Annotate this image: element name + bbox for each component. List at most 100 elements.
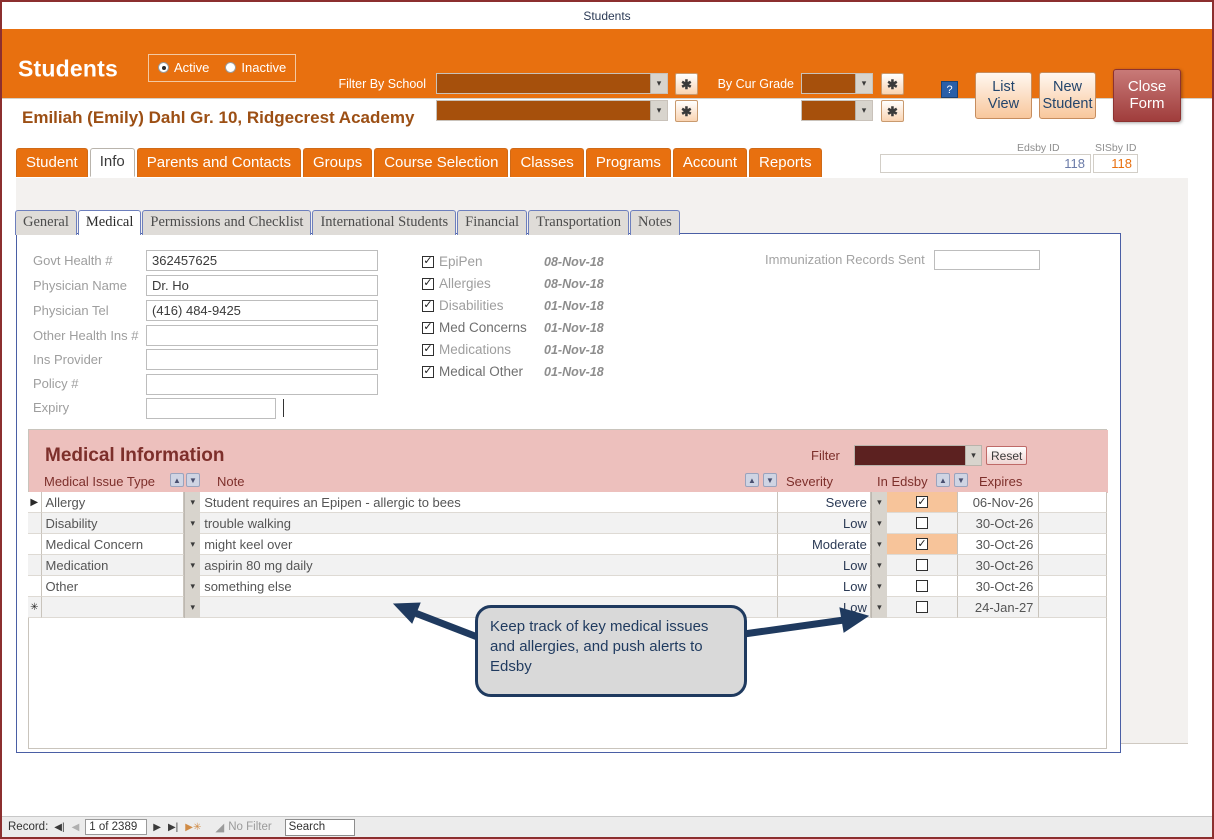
cell-in-edsby[interactable] <box>886 597 959 618</box>
tab-programs[interactable]: Programs <box>585 148 671 177</box>
cell-medical-issue-type[interactable]: Medical Concern <box>41 534 185 555</box>
checkbox-checked-icon[interactable]: ✓ <box>916 538 928 550</box>
cell-severity[interactable]: Low <box>778 597 871 618</box>
tab-course-selection[interactable]: Course Selection <box>374 148 509 177</box>
checkbox-unchecked-icon[interactable] <box>916 559 928 571</box>
checkbox-unchecked-icon[interactable] <box>916 601 928 613</box>
table-row[interactable]: Medical Concern ▾ might keel over Modera… <box>28 534 1107 555</box>
cell-in-edsby[interactable]: ✓ <box>886 534 959 555</box>
sort-descending-icon-edsby[interactable]: ▼ <box>954 473 968 487</box>
by-guid-clear-button[interactable]: ✱ <box>881 100 904 122</box>
govt-health-input[interactable]: 362457625 <box>146 250 378 271</box>
cell-expires[interactable]: 30-Oct-26 <box>958 534 1040 555</box>
cell-severity[interactable]: Low <box>778 513 871 534</box>
subtab-permissions-and-checklist[interactable]: Permissions and Checklist <box>142 210 312 235</box>
table-row[interactable]: ▶ Allergy ▾ Student requires an Epipen -… <box>28 492 1107 513</box>
first-record-icon[interactable]: ◀| <box>53 822 65 833</box>
chevron-down-icon[interactable]: ▾ <box>184 513 201 534</box>
tab-account[interactable]: Account <box>672 148 748 177</box>
cell-note[interactable]: aspirin 80 mg daily <box>200 555 779 576</box>
flag-allergies[interactable]: ✓ Allergies <box>422 276 491 291</box>
cell-severity[interactable]: Moderate <box>778 534 871 555</box>
chevron-down-icon[interactable]: ▾ <box>184 534 201 555</box>
flag-medications[interactable]: ✓ Medications <box>422 342 511 357</box>
chevron-down-icon[interactable]: ▾ <box>870 597 887 618</box>
physician-tel-input[interactable]: (416) 484-9425 <box>146 300 378 321</box>
filter-by-school-combo[interactable]: ▾ <box>436 73 668 94</box>
checkbox-unchecked-icon[interactable] <box>916 580 928 592</box>
sort-descending-icon-type[interactable]: ▼ <box>186 473 200 487</box>
by-cur-grade-combo[interactable]: ▾ <box>801 73 873 94</box>
cell-medical-issue-type[interactable]: Medication <box>41 555 185 576</box>
chevron-down-icon[interactable]: ▾ <box>870 555 887 576</box>
cell-expires[interactable]: 30-Oct-26 <box>958 513 1040 534</box>
cell-medical-issue-type[interactable]: Disability <box>41 513 185 534</box>
physician-name-input[interactable]: Dr. Ho <box>146 275 378 296</box>
grid-filter-reset-button[interactable]: Reset <box>986 446 1028 465</box>
cell-expires[interactable]: 24-Jan-27 <box>958 597 1040 618</box>
by-cur-grade-clear-button[interactable]: ✱ <box>881 73 904 95</box>
chevron-down-icon[interactable]: ▾ <box>184 492 201 513</box>
flag-epipen[interactable]: ✓ EpiPen <box>422 254 483 269</box>
chevron-down-icon[interactable]: ▾ <box>184 555 201 576</box>
record-selector[interactable]: ▶ <box>28 492 42 513</box>
last-record-icon[interactable]: ▶| <box>167 822 179 833</box>
flag-med-concerns[interactable]: ✓ Med Concerns <box>422 320 527 335</box>
subtab-international-students[interactable]: International Students <box>312 210 457 235</box>
list-view-button[interactable]: List View <box>975 72 1032 119</box>
filter-by-school-clear-button[interactable]: ✱ <box>675 73 698 95</box>
tab-info[interactable]: Info <box>89 148 135 177</box>
tab-groups[interactable]: Groups <box>303 148 373 177</box>
expiry-input[interactable] <box>146 398 276 419</box>
cell-in-edsby[interactable]: ✓ <box>886 492 959 513</box>
chevron-down-icon[interactable]: ▾ <box>870 576 887 597</box>
table-row[interactable]: Other ▾ something else Low ▾ 30-Oct-26 <box>28 576 1107 597</box>
new-record-selector[interactable]: ✳ <box>28 597 42 618</box>
cell-medical-issue-type[interactable]: Allergy <box>41 492 185 513</box>
record-number-input[interactable]: 1 of 2389 <box>85 819 148 835</box>
chevron-down-icon[interactable]: ▾ <box>870 492 887 513</box>
grid-filter-combo[interactable]: ▾ <box>854 445 982 466</box>
search-input[interactable]: Search <box>284 818 355 836</box>
subtab-transportation[interactable]: Transportation <box>528 210 629 235</box>
cell-medical-issue-type[interactable]: Other <box>41 576 185 597</box>
cell-in-edsby[interactable] <box>886 555 959 576</box>
flag-medical-other[interactable]: ✓ Medical Other <box>422 364 523 379</box>
immunization-records-sent-input[interactable] <box>934 250 1040 270</box>
help-button[interactable]: ? <box>941 81 958 98</box>
next-record-icon[interactable]: ▶ <box>152 822 162 833</box>
filter-by-name-clear-button[interactable]: ✱ <box>675 100 698 122</box>
chevron-down-icon[interactable]: ▾ <box>870 534 887 555</box>
table-row[interactable]: Medication ▾ aspirin 80 mg daily Low ▾ 3… <box>28 555 1107 576</box>
previous-record-icon[interactable]: ◀ <box>71 822 81 833</box>
radio-option-inactive[interactable]: Inactive <box>225 60 286 75</box>
tab-parents-and-contacts[interactable]: Parents and Contacts <box>136 148 302 177</box>
tab-classes[interactable]: Classes <box>510 148 584 177</box>
chevron-down-icon[interactable]: ▾ <box>184 576 201 597</box>
cell-note[interactable]: Student requires an Epipen - allergic to… <box>200 492 779 513</box>
sort-descending-icon-severity[interactable]: ▼ <box>763 473 777 487</box>
flag-disabilities[interactable]: ✓ Disabilities <box>422 298 504 313</box>
cell-expires[interactable]: 06-Nov-26 <box>958 492 1040 513</box>
cell-severity[interactable]: Low <box>778 576 871 597</box>
subtab-financial[interactable]: Financial <box>457 210 528 235</box>
by-guid-label[interactable]: By GUID <box>702 104 794 118</box>
record-selector[interactable] <box>28 513 42 534</box>
cell-note[interactable]: might keel over <box>200 534 779 555</box>
close-form-button[interactable]: Close Form <box>1113 69 1181 122</box>
sort-ascending-icon-edsby[interactable]: ▲ <box>936 473 950 487</box>
chevron-down-icon[interactable]: ▾ <box>870 513 887 534</box>
new-record-icon[interactable]: ▶✳ <box>184 822 202 833</box>
cell-medical-issue-type[interactable] <box>41 597 185 618</box>
table-row[interactable]: Disability ▾ trouble walking Low ▾ 30-Oc… <box>28 513 1107 534</box>
new-student-button[interactable]: New Student <box>1039 72 1096 119</box>
filter-by-name-combo[interactable]: ▾ <box>436 100 668 121</box>
cell-note[interactable]: trouble walking <box>200 513 779 534</box>
cell-in-edsby[interactable] <box>886 513 959 534</box>
subtab-medical[interactable]: Medical <box>77 210 142 235</box>
checkbox-checked-icon[interactable]: ✓ <box>916 496 928 508</box>
sort-ascending-icon-severity[interactable]: ▲ <box>745 473 759 487</box>
subtab-general[interactable]: General <box>15 210 77 235</box>
cell-expires[interactable]: 30-Oct-26 <box>958 555 1040 576</box>
tab-reports[interactable]: Reports <box>749 148 822 177</box>
